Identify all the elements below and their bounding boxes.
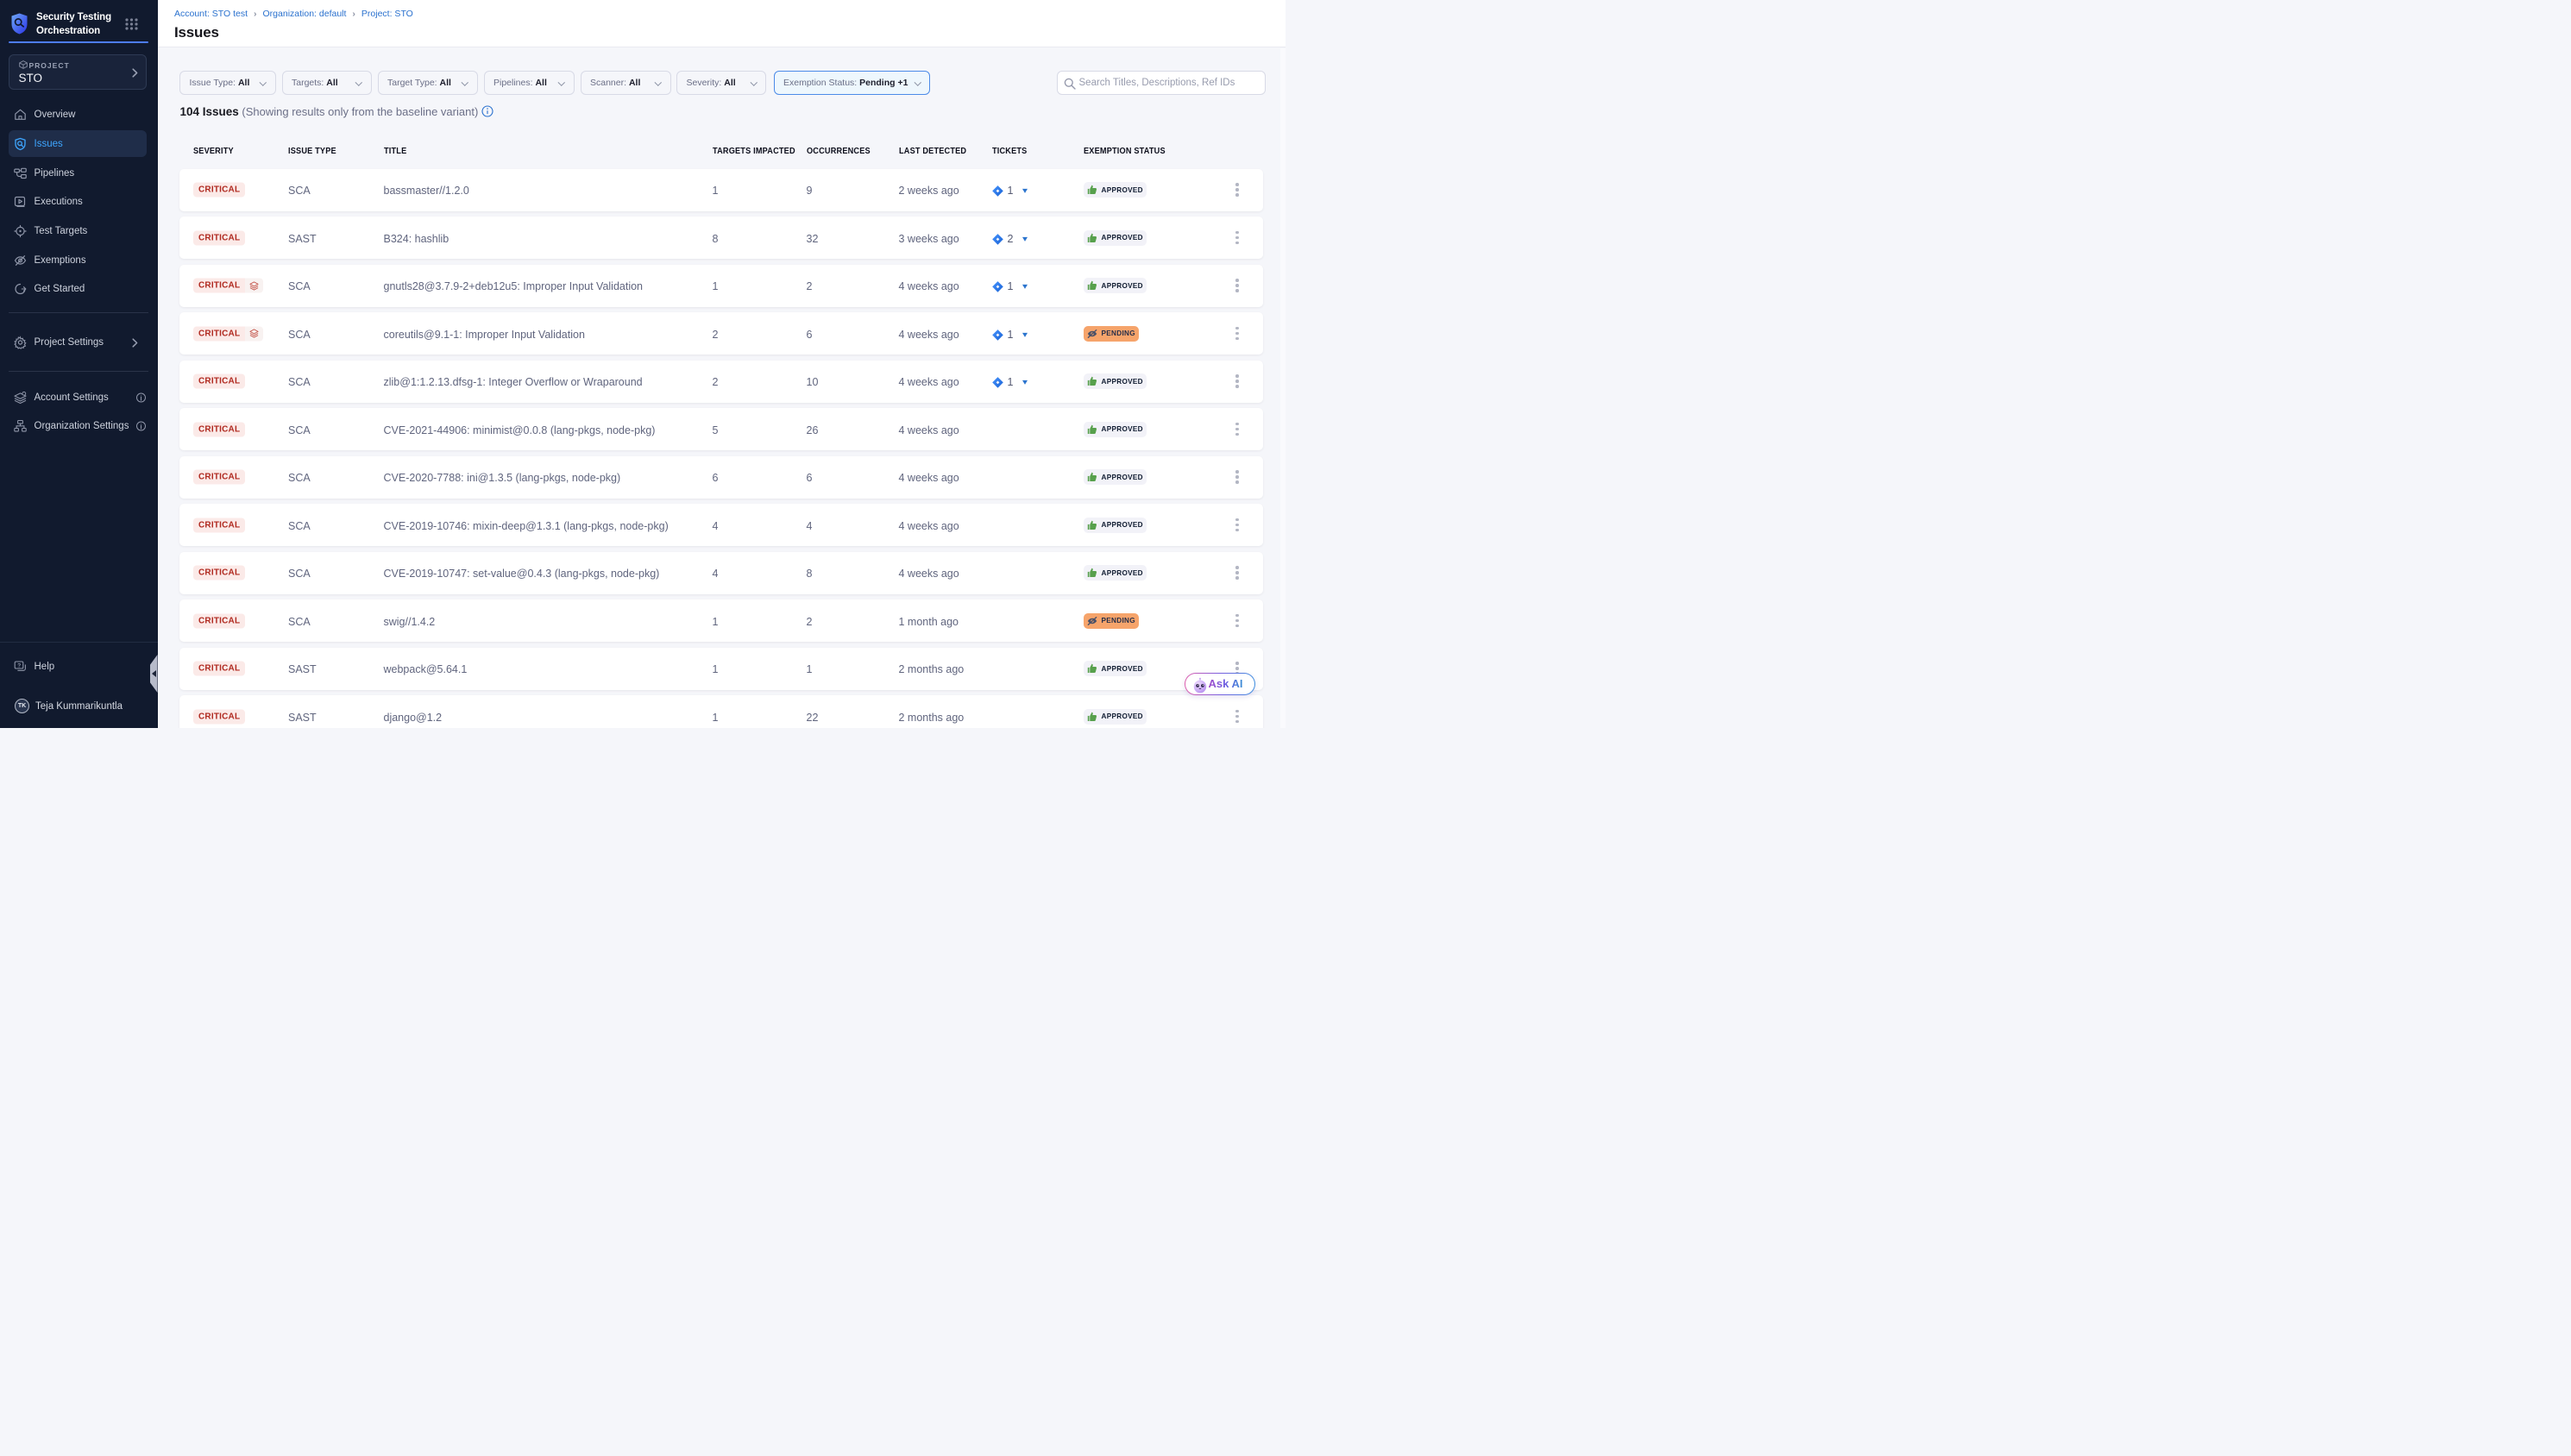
svg-text:?: ? [17, 663, 21, 669]
